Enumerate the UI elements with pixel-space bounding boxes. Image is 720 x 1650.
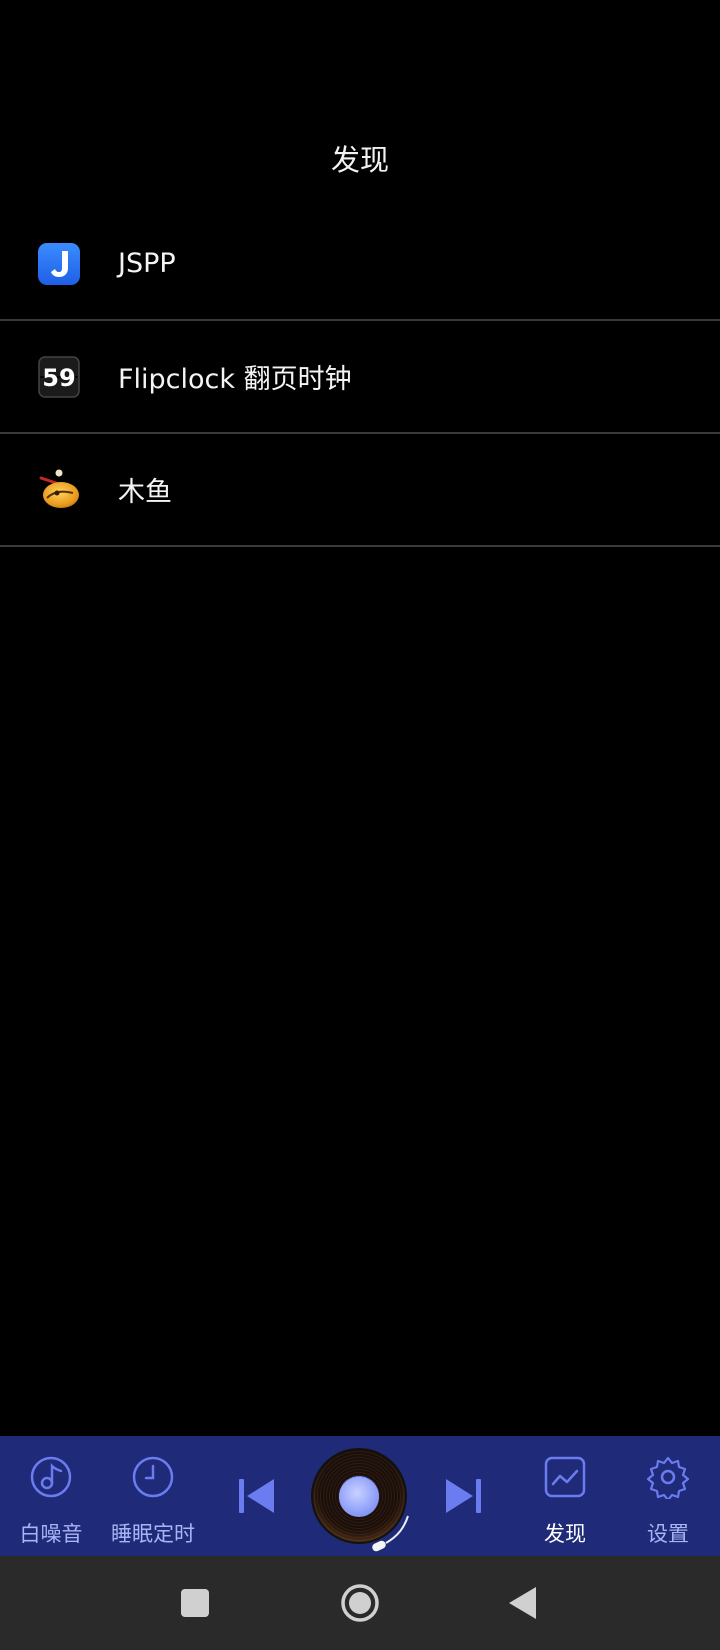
- recent-apps-icon[interactable]: [180, 1588, 210, 1618]
- skip-next-icon[interactable]: [444, 1476, 484, 1516]
- clock-icon: [132, 1456, 174, 1498]
- list-item-label: 木鱼: [118, 477, 172, 508]
- svg-text:59: 59: [42, 364, 75, 392]
- tab-label: 睡眠定时: [111, 1522, 195, 1546]
- tab-white-noise[interactable]: 白噪音: [0, 1436, 102, 1556]
- tab-label: 发现: [544, 1522, 586, 1546]
- tonearm-icon: [372, 1515, 409, 1552]
- list-item-wooden-fish[interactable]: 木鱼: [0, 434, 720, 547]
- disc-center: [339, 1477, 379, 1517]
- tab-label: 白噪音: [19, 1522, 83, 1546]
- flipclock-app-icon: 59: [38, 356, 80, 398]
- list-item-label: Flipclock 翻页时钟: [118, 364, 352, 395]
- bottom-nav-bar: 白噪音 睡眠定时 发现 设置: [0, 1436, 720, 1556]
- tab-discover[interactable]: 发现: [514, 1436, 616, 1556]
- back-icon[interactable]: [508, 1586, 538, 1620]
- tab-settings[interactable]: 设置: [617, 1436, 719, 1556]
- page-title: 发现: [330, 143, 389, 177]
- jspp-app-icon: [38, 243, 80, 285]
- chart-line-icon: [544, 1456, 586, 1498]
- list-item-flipclock[interactable]: 59 Flipclock 翻页时钟: [0, 321, 720, 434]
- list-item-jspp[interactable]: JSPP: [0, 208, 720, 321]
- discover-list: JSPP 59 Flipclock 翻页时钟 木鱼: [0, 208, 720, 547]
- system-nav-bar: [0, 1556, 720, 1650]
- music-note-icon: [30, 1456, 72, 1498]
- skip-previous-icon[interactable]: [236, 1476, 276, 1516]
- wooden-fish-app-icon: [39, 469, 79, 508]
- discover-screen: 发现 JSPP 59 Flipclock 翻页时钟 木鱼 白噪音 睡眠定时 发现…: [0, 0, 720, 1650]
- tab-sleep-timer[interactable]: 睡眠定时: [102, 1436, 204, 1556]
- tab-label: 设置: [647, 1522, 689, 1546]
- home-icon[interactable]: [340, 1583, 380, 1623]
- list-item-label: JSPP: [118, 248, 176, 279]
- gear-icon: [646, 1456, 690, 1499]
